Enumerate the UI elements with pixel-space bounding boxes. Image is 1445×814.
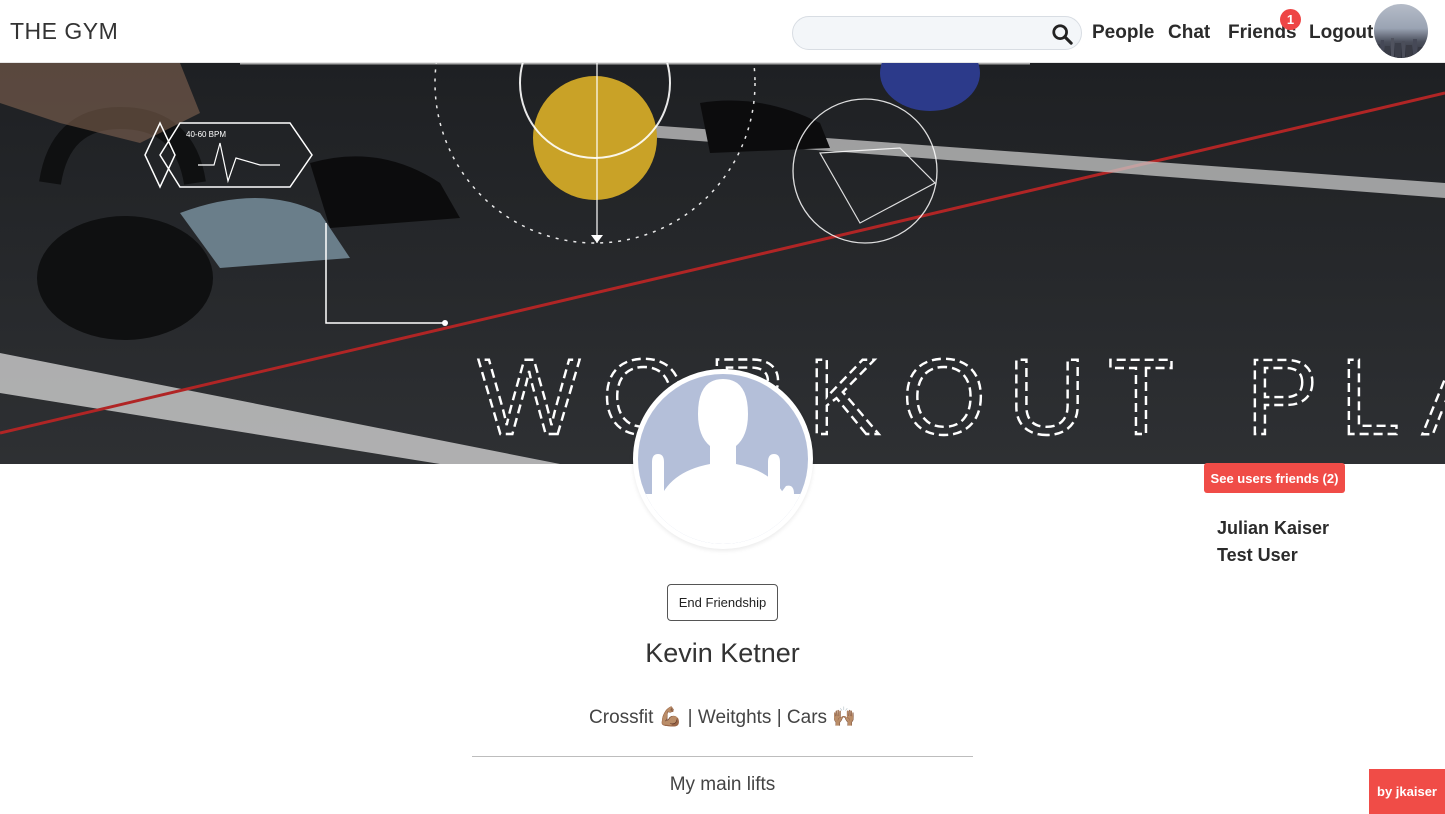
default-avatar-icon — [638, 374, 808, 544]
see-users-friends-button[interactable]: See users friends (2) — [1204, 463, 1345, 493]
profile-name: Kevin Ketner — [645, 638, 800, 668]
friend-list-item[interactable]: Julian Kaiser — [1217, 518, 1329, 539]
credit-badge[interactable]: by jkaiser — [1369, 769, 1445, 814]
main-lifts-heading: My main lifts — [669, 774, 776, 795]
search-bar — [792, 16, 1082, 50]
workout-plan-title: WORKOUT PLAN — [478, 336, 1445, 457]
nav-people-link[interactable]: People — [1092, 22, 1154, 44]
profile-picture — [633, 369, 813, 549]
profile-bio: Crossfit 💪🏽 | Weitghts | Cars 🙌🏽 — [589, 707, 856, 728]
end-friendship-button[interactable]: End Friendship — [667, 584, 778, 621]
search-input[interactable] — [807, 17, 1047, 49]
friend-requests-badge: 1 — [1280, 9, 1301, 30]
user-avatar[interactable] — [1374, 4, 1428, 58]
brand-logo[interactable]: THE GYM — [10, 18, 118, 45]
top-navbar: THE GYM People Chat Friends 1 Logout — [0, 0, 1445, 63]
nav-logout-link[interactable]: Logout — [1309, 22, 1373, 44]
nav-chat-link[interactable]: Chat — [1168, 22, 1210, 44]
section-divider — [472, 756, 973, 757]
bpm-label: 40-60 BPM — [186, 130, 226, 139]
friend-list-item[interactable]: Test User — [1217, 545, 1298, 566]
city-skyline-image — [1376, 38, 1425, 58]
search-icon[interactable] — [1051, 23, 1073, 45]
